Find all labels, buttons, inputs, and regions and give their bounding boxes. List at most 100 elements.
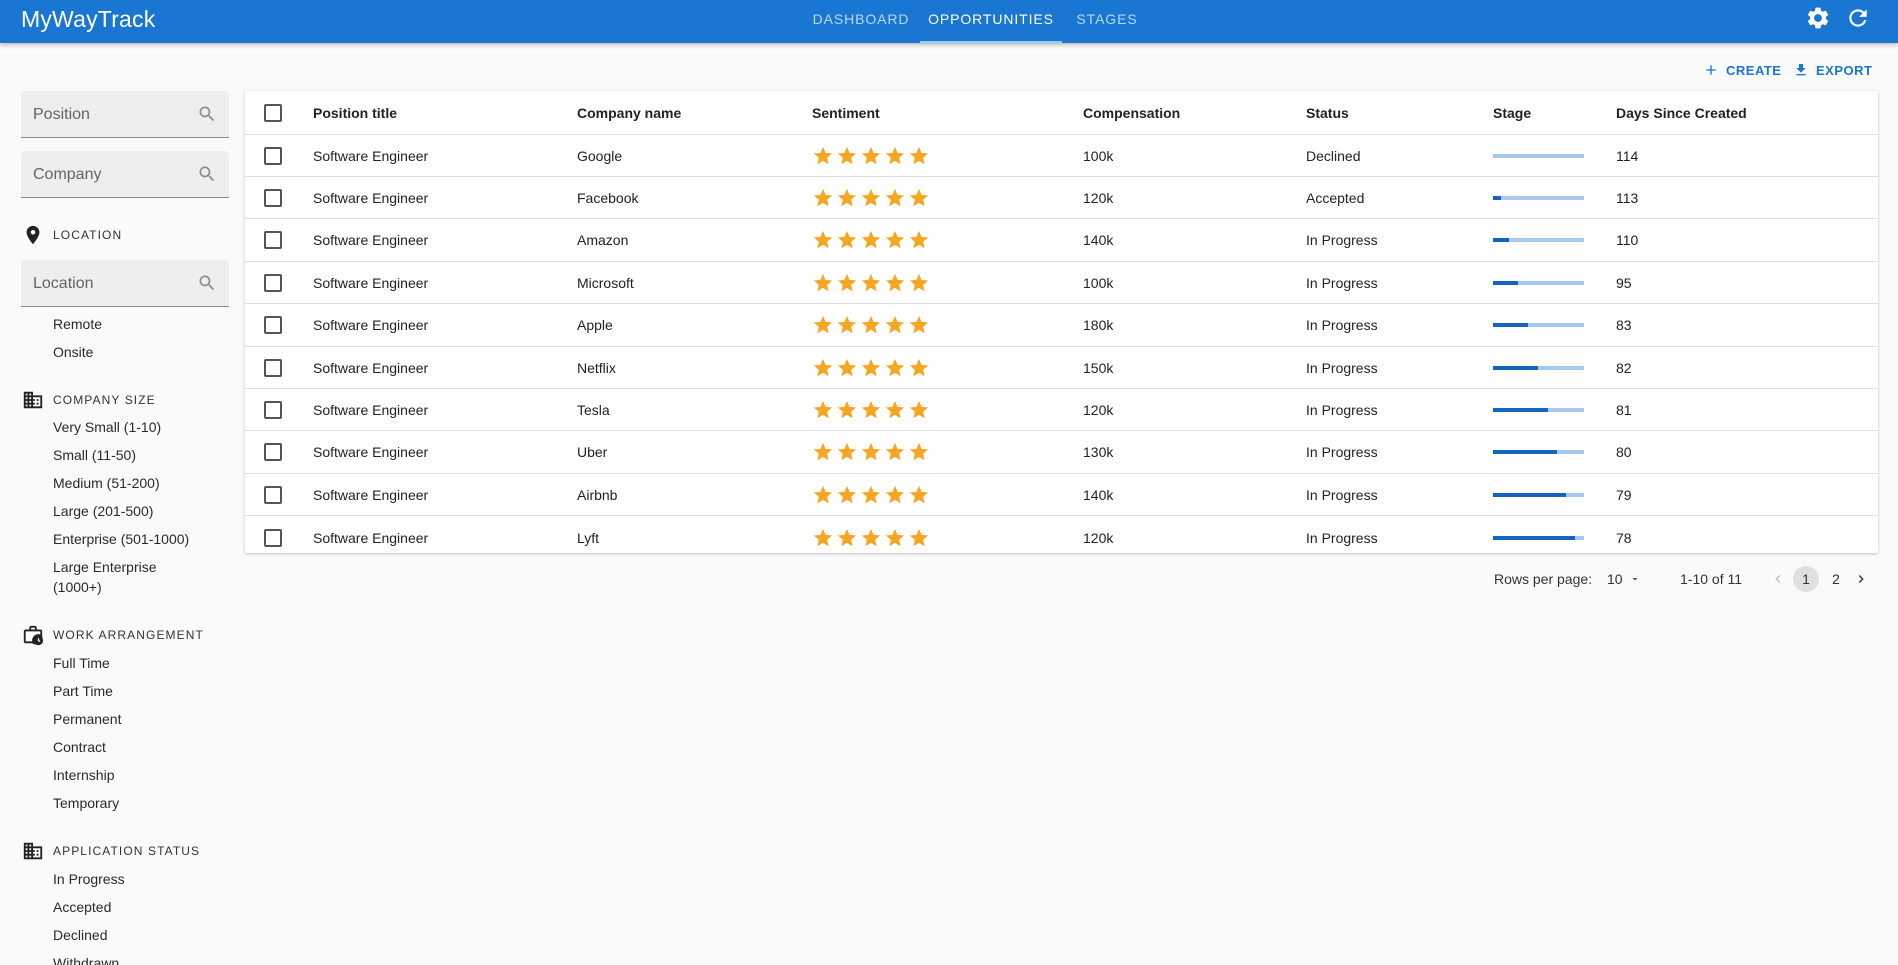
sentiment-rating[interactable] [812,177,930,218]
page-1-button[interactable]: 1 [1793,566,1819,592]
column-header-status[interactable]: Status [1306,91,1349,134]
position-search-field[interactable] [21,91,229,138]
star-icon[interactable] [860,314,882,336]
star-icon[interactable] [860,484,882,506]
star-icon[interactable] [812,399,834,421]
filter-size-very-small[interactable]: Very Small (1-10) [53,417,161,437]
table-row[interactable]: Software Engineer Amazon 140k In Progress 11… [245,220,1878,262]
star-icon[interactable] [884,399,906,421]
row-checkbox[interactable] [264,188,282,207]
filter-status-declined[interactable]: Declined [53,925,107,945]
star-icon[interactable] [836,399,858,421]
star-icon[interactable] [860,145,882,167]
star-icon[interactable] [836,527,858,549]
star-icon[interactable] [860,441,882,463]
star-icon[interactable] [908,314,930,336]
table-row[interactable]: Software Engineer Apple 180k In Progress 83 [245,305,1878,347]
star-icon[interactable] [860,399,882,421]
star-icon[interactable] [812,145,834,167]
star-icon[interactable] [908,484,930,506]
star-icon[interactable] [836,357,858,379]
star-icon[interactable] [812,484,834,506]
previous-page-button[interactable] [1769,567,1787,591]
filter-status-withdrawn[interactable]: Withdrawn [53,953,119,965]
star-icon[interactable] [908,272,930,294]
rows-per-page-select[interactable]: 10 [1607,567,1641,591]
star-icon[interactable] [812,527,834,549]
star-icon[interactable] [908,187,930,209]
star-icon[interactable] [884,272,906,294]
table-row[interactable]: Software Engineer Facebook 120k Accepted 113 [245,177,1878,220]
filter-work-part-time[interactable]: Part Time [53,681,113,701]
refresh-icon[interactable] [1845,5,1871,31]
star-icon[interactable] [884,441,906,463]
star-icon[interactable] [812,314,834,336]
company-search-field[interactable] [21,151,229,198]
select-all-checkbox[interactable] [264,103,282,122]
star-icon[interactable] [812,229,834,251]
column-header-compensation[interactable]: Compensation [1083,91,1180,134]
star-icon[interactable] [836,145,858,167]
filter-size-small[interactable]: Small (11-50) [53,445,136,465]
star-icon[interactable] [908,527,930,549]
star-icon[interactable] [860,272,882,294]
sentiment-rating[interactable] [812,347,930,388]
star-icon[interactable] [908,441,930,463]
star-icon[interactable] [836,187,858,209]
star-icon[interactable] [812,187,834,209]
star-icon[interactable] [812,272,834,294]
star-icon[interactable] [836,272,858,294]
search-icon[interactable] [197,164,217,184]
sentiment-rating[interactable] [812,135,930,176]
filter-work-full-time[interactable]: Full Time [53,653,110,673]
filter-size-enterprise[interactable]: Enterprise (501-1000) [53,529,189,549]
filter-size-large-enterprise[interactable]: Large Enterprise (1000+) [53,557,178,597]
filter-work-permanent[interactable]: Permanent [53,709,121,729]
search-icon[interactable] [197,104,217,124]
row-checkbox[interactable] [264,316,282,335]
sentiment-rating[interactable] [812,432,930,473]
star-icon[interactable] [908,145,930,167]
table-row[interactable]: Software Engineer Google 100k Declined 114 [245,135,1878,177]
position-search-input[interactable] [33,103,193,127]
filter-status-in-progress[interactable]: In Progress [53,869,125,889]
sentiment-rating[interactable] [812,474,930,515]
star-icon[interactable] [884,357,906,379]
next-page-button[interactable] [1852,567,1870,591]
row-checkbox[interactable] [264,485,282,504]
row-checkbox[interactable] [264,273,282,292]
star-icon[interactable] [884,187,906,209]
table-row[interactable]: Software Engineer Microsoft 100k In Progres… [245,262,1878,305]
row-checkbox[interactable] [264,146,282,165]
table-row[interactable]: Software Engineer Tesla 120k In Progress 81 [245,389,1878,432]
location-search-field[interactable] [21,260,229,307]
company-search-input[interactable] [33,163,193,187]
star-icon[interactable] [812,357,834,379]
row-checkbox[interactable] [264,358,282,377]
star-icon[interactable] [860,357,882,379]
tab-dashboard[interactable]: DASHBOARD [808,0,914,43]
filter-location-onsite[interactable]: Onsite [53,342,93,362]
row-checkbox[interactable] [264,231,282,250]
star-icon[interactable] [860,527,882,549]
star-icon[interactable] [908,357,930,379]
column-header-position[interactable]: Position title [313,91,397,134]
search-icon[interactable] [197,273,217,293]
gear-icon[interactable] [1805,5,1831,31]
column-header-stage[interactable]: Stage [1493,91,1531,134]
star-icon[interactable] [812,441,834,463]
create-button[interactable]: CREATE [1703,58,1781,82]
column-header-company[interactable]: Company name [577,91,681,134]
star-icon[interactable] [860,229,882,251]
row-checkbox[interactable] [264,400,282,419]
star-icon[interactable] [860,187,882,209]
filter-status-accepted[interactable]: Accepted [53,897,111,917]
filter-work-temporary[interactable]: Temporary [53,793,119,813]
tab-opportunities[interactable]: OPPORTUNITIES [920,0,1062,43]
star-icon[interactable] [884,145,906,167]
location-search-input[interactable] [33,272,193,296]
filter-work-contract[interactable]: Contract [53,737,106,757]
star-icon[interactable] [884,314,906,336]
filter-location-remote[interactable]: Remote [53,314,102,334]
table-row[interactable]: Software Engineer Lyft 120k In Progress 78 [245,517,1878,559]
